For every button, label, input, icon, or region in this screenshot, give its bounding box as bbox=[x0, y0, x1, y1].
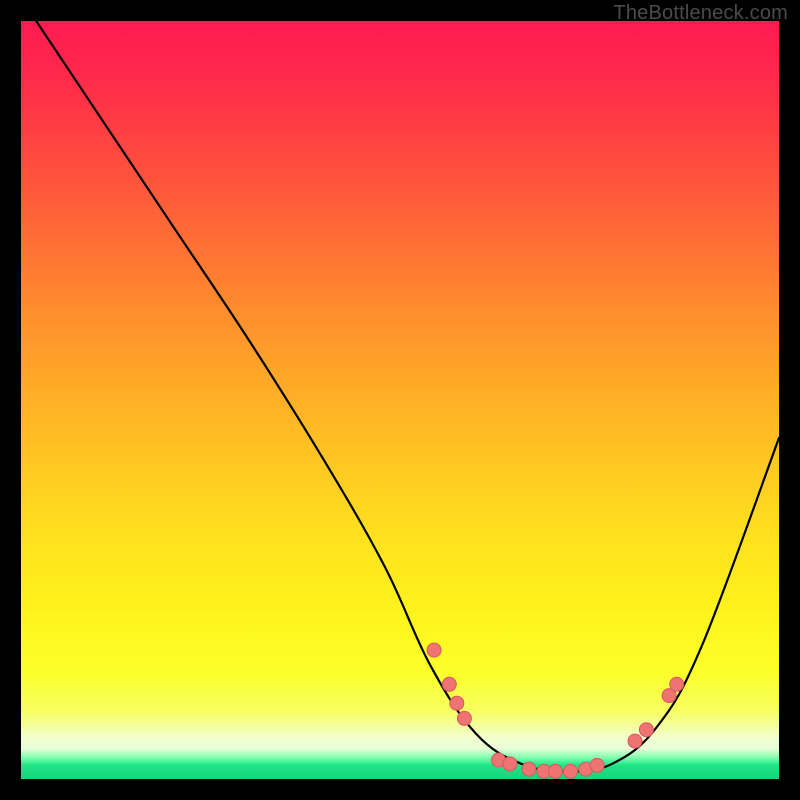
data-dot bbox=[548, 764, 562, 778]
curve-layer bbox=[21, 21, 779, 779]
data-dot bbox=[522, 762, 536, 776]
watermark-text: TheBottleneck.com bbox=[613, 2, 788, 25]
data-dot bbox=[503, 757, 517, 771]
data-dot bbox=[457, 711, 471, 725]
chart-frame: TheBottleneck.com bbox=[0, 0, 800, 800]
data-dot bbox=[670, 677, 684, 691]
data-dot bbox=[450, 696, 464, 710]
bottleneck-curve bbox=[36, 21, 779, 771]
data-dot bbox=[427, 643, 441, 657]
data-dot bbox=[564, 764, 578, 778]
data-dot bbox=[590, 758, 604, 772]
highlight-dots bbox=[427, 643, 684, 778]
plot-area bbox=[21, 21, 779, 779]
data-dot bbox=[442, 677, 456, 691]
data-dot bbox=[628, 734, 642, 748]
data-dot bbox=[639, 723, 653, 737]
